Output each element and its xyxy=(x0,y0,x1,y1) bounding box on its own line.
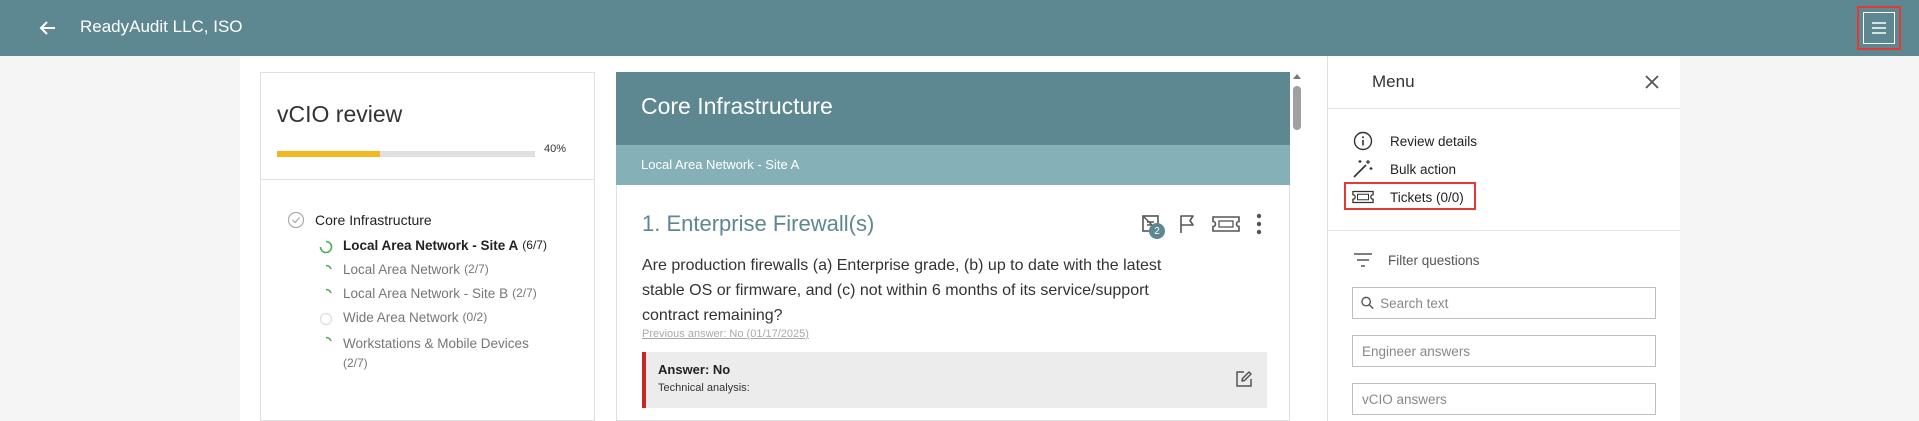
progress-spinner-icon xyxy=(325,264,332,270)
filter-questions-header: Filter questions xyxy=(1352,250,1480,270)
progress-bar-fill xyxy=(277,151,381,157)
ticket-button[interactable] xyxy=(1209,211,1243,237)
flag-icon xyxy=(1180,215,1194,233)
vcio-answers-input[interactable] xyxy=(1362,391,1655,407)
scroll-thumb[interactable] xyxy=(1293,86,1301,130)
subcategory-title: Local Area Network - Site A xyxy=(641,157,800,172)
subsection-item[interactable]: Local Area Network - Site A (6/7) xyxy=(319,238,547,254)
empty-progress-icon xyxy=(319,312,333,326)
question-actions: 2 xyxy=(1137,211,1275,239)
menu-item-bulk-action[interactable]: Bulk action xyxy=(1352,159,1456,179)
subsection-item[interactable]: Workstations & Mobile Devices (2/7) xyxy=(319,334,549,373)
menu-item-label: Bulk action xyxy=(1390,161,1457,177)
menu-item-label: Review details xyxy=(1390,133,1478,149)
progress-spinner-icon xyxy=(325,336,332,342)
menu-title: Menu xyxy=(1372,72,1415,91)
more-vertical-icon xyxy=(1256,213,1262,235)
review-title: vCIO review xyxy=(277,101,403,127)
scroll-up-arrow[interactable] xyxy=(1293,74,1301,79)
subcategory-header: Local Area Network - Site A xyxy=(616,145,1290,185)
top-bar: ReadyAudit LLC, ISO xyxy=(0,0,1919,56)
app-title: ReadyAudit LLC, ISO xyxy=(80,17,243,36)
progress-bar xyxy=(277,151,535,157)
menu-item-review-details[interactable]: Review details xyxy=(1352,131,1477,151)
search-field[interactable] xyxy=(1352,287,1656,319)
subsection-label: Wide Area Network xyxy=(343,310,459,325)
subsection-count: (2/7) xyxy=(343,356,368,370)
engineer-answers-field[interactable] xyxy=(1352,335,1656,367)
subsection-count: (6/7) xyxy=(522,238,547,252)
subsection-item[interactable]: Local Area Network (2/7) xyxy=(319,262,489,278)
divider xyxy=(261,179,594,180)
flag-button[interactable] xyxy=(1173,211,1201,237)
subsection-label: Local Area Network xyxy=(343,262,461,277)
subsection-item[interactable]: Local Area Network - Site B (2/7) xyxy=(319,286,537,302)
arrow-left-icon xyxy=(39,21,55,35)
section-label: Core Infrastructure xyxy=(315,212,432,228)
answer-box: Answer: No Technical analysis: xyxy=(642,352,1267,408)
edit-answer-button[interactable] xyxy=(1231,366,1257,392)
filter-label: Filter questions xyxy=(1388,252,1480,268)
progress-spinner-icon xyxy=(325,288,332,294)
more-options-button[interactable] xyxy=(1251,211,1267,237)
search-icon xyxy=(1361,296,1374,310)
vcio-answers-field[interactable] xyxy=(1352,383,1656,415)
ticket-icon xyxy=(1212,216,1240,232)
category-title: Core Infrastructure xyxy=(641,93,833,119)
progress-spinner-icon xyxy=(319,240,333,254)
question-text: Are production firewalls (a) Enterprise … xyxy=(642,257,1162,324)
scrollbar[interactable] xyxy=(1290,72,1304,421)
question-panel: Core Infrastructure Local Area Network -… xyxy=(616,72,1290,421)
question-title: 1. Enterprise Firewall(s) xyxy=(642,211,875,236)
question-card: 1. Enterprise Firewall(s) 2 Are producti… xyxy=(616,185,1290,421)
search-input[interactable] xyxy=(1380,295,1655,311)
review-progress-card: vCIO review 40% Core Infrastructure Loca… xyxy=(260,72,595,421)
back-button[interactable] xyxy=(34,14,62,42)
engineer-answers-input[interactable] xyxy=(1362,343,1655,359)
menu-panel: Menu Review details Bulk action Tickets … xyxy=(1327,56,1680,421)
filter-icon xyxy=(1354,253,1372,267)
divider xyxy=(1328,230,1680,231)
subsection-count: (2/7) xyxy=(464,262,489,276)
subsection-count: (2/7) xyxy=(512,286,537,300)
edit-icon xyxy=(1236,371,1252,387)
divider xyxy=(1328,108,1680,109)
progress-label: 40% xyxy=(544,143,567,155)
menu-button[interactable] xyxy=(1857,6,1901,50)
subsection-label: Local Area Network - Site B xyxy=(343,286,509,301)
section-core-infrastructure[interactable]: Core Infrastructure xyxy=(287,211,432,229)
magic-wand-icon xyxy=(1353,160,1373,178)
info-icon xyxy=(1353,131,1373,151)
answer-label: Answer: No xyxy=(658,362,731,377)
previous-answer-link[interactable]: Previous answer: No (01/17/2025) xyxy=(642,328,809,340)
subsection-count: (0/2) xyxy=(462,310,488,324)
hamburger-menu-icon xyxy=(1872,22,1886,34)
close-icon xyxy=(1645,75,1659,89)
menu-item-tickets[interactable]: Tickets (0/0) xyxy=(1352,187,1464,207)
ticket-icon xyxy=(1352,190,1374,204)
technical-analysis-label: Technical analysis: xyxy=(658,382,750,394)
close-menu-button[interactable] xyxy=(1642,72,1662,92)
notes-count-badge: 2 xyxy=(1149,223,1165,239)
subsection-label: Workstations & Mobile Devices xyxy=(343,336,529,351)
subsection-label: Local Area Network - Site A xyxy=(343,238,519,253)
check-circle-icon xyxy=(287,211,305,229)
notes-button[interactable]: 2 xyxy=(1137,211,1165,239)
menu-item-label: Tickets (0/0) xyxy=(1390,189,1464,205)
subsection-item[interactable]: Wide Area Network (0/2) xyxy=(319,310,487,326)
category-header: Core Infrastructure xyxy=(616,72,1290,145)
